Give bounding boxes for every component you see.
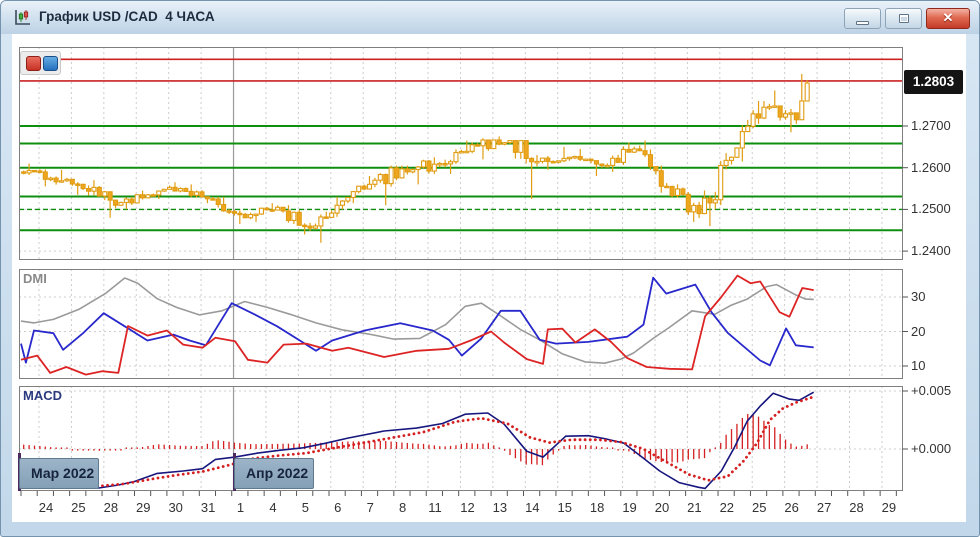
x-axis-label: 28 [95, 500, 127, 515]
macd-line [21, 392, 814, 488]
candlestick-chart-icon [13, 8, 33, 28]
window-title: График USD /CAD 4 ЧАСА [39, 9, 215, 24]
price-axis-label: 1.2500 [911, 201, 951, 216]
x-axis-label: 24 [30, 500, 62, 515]
x-axis-label: 6 [322, 500, 354, 515]
price-chart-panel[interactable] [19, 47, 903, 261]
expert-buttons-panel [20, 51, 61, 75]
panel-border [20, 48, 903, 260]
x-axis-label: 26 [776, 500, 808, 515]
titlebar[interactable]: График USD /CAD 4 ЧАСА ✕ [1, 1, 979, 34]
grid-vertical [39, 47, 882, 260]
blue-square-button[interactable] [43, 56, 58, 71]
current-price-label: 1.2803 [904, 70, 963, 94]
x-axis-label: 14 [516, 500, 548, 515]
macd-axis-label: +0.005 [911, 383, 951, 398]
x-axis-label: 28 [841, 500, 873, 515]
price-axis-label: 1.2600 [911, 160, 951, 175]
red-square-button[interactable] [26, 56, 41, 71]
macd-indicator-panel[interactable] [19, 386, 903, 492]
x-axis-label: 4 [257, 500, 289, 515]
x-axis-label: 5 [289, 500, 321, 515]
month-label-mar: Мар 2022 [19, 458, 99, 489]
x-axis-label: 11 [419, 500, 451, 515]
macd-signal-line [21, 397, 814, 487]
x-axis-label: 1 [225, 500, 257, 515]
minus-di-line [21, 276, 814, 375]
x-axis-label: 21 [678, 500, 710, 515]
price-axis-label: 1.2700 [911, 118, 951, 133]
month-label-apr: Апр 2022 [234, 458, 314, 489]
x-axis-label: 30 [160, 500, 192, 515]
macd-label: MACD [23, 388, 62, 403]
x-axis-label: 19 [614, 500, 646, 515]
dmi-indicator-panel[interactable] [19, 269, 903, 380]
x-axis-label: 12 [451, 500, 483, 515]
macd-axis-label: +0.000 [911, 441, 951, 456]
x-axis-label: 22 [711, 500, 743, 515]
dmi-axis-label: 20 [911, 324, 925, 339]
x-axis-label: 31 [192, 500, 224, 515]
close-icon: ✕ [927, 10, 969, 26]
price-axis-label: 1.2400 [911, 243, 951, 258]
grid-vertical [39, 386, 882, 491]
x-axis-label: 29 [873, 500, 905, 515]
x-axis-label: 15 [549, 500, 581, 515]
candlesticks [22, 74, 809, 243]
x-axis-label: 13 [484, 500, 516, 515]
x-axis-label: 7 [354, 500, 386, 515]
x-axis-label: 27 [808, 500, 840, 515]
minimize-icon [856, 21, 869, 25]
macd-histogram [24, 414, 807, 465]
plus-di-line [21, 278, 814, 366]
x-axis-label: 25 [62, 500, 94, 515]
x-axis-label: 18 [581, 500, 613, 515]
horizontal-level-lines [19, 59, 902, 230]
dmi-label: DMI [23, 271, 47, 286]
x-axis-label: 20 [646, 500, 678, 515]
close-button[interactable]: ✕ [926, 8, 970, 29]
minimize-button[interactable] [844, 8, 881, 29]
maximize-icon [899, 14, 909, 23]
dmi-axis-label: 30 [911, 289, 925, 304]
x-axis-label: 25 [743, 500, 775, 515]
grid-vertical [39, 269, 882, 379]
chart-window: График USD /CAD 4 ЧАСА ✕ 1.2700 1.2600 1.2… [0, 0, 980, 537]
x-axis-label: 8 [387, 500, 419, 515]
dmi-axis-label: 10 [911, 358, 925, 373]
window-controls: ✕ [844, 8, 970, 29]
maximize-button[interactable] [885, 8, 922, 29]
x-axis-label: 29 [127, 500, 159, 515]
